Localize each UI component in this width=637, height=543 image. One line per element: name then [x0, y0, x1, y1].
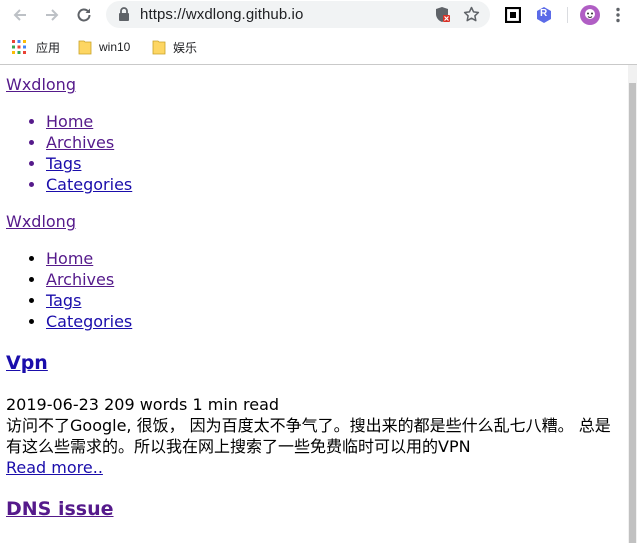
profile-avatar-button[interactable]: [580, 5, 600, 25]
more-vert-icon: [616, 7, 620, 23]
toolbar-divider: [567, 7, 568, 23]
qr-extension-button[interactable]: [503, 5, 523, 25]
bookmarks-bar: 应用 win10 娱乐: [0, 33, 637, 61]
arrow-right-icon: [46, 9, 59, 21]
nav-item-archives: Archives: [46, 132, 132, 153]
arrow-left-icon: [13, 9, 26, 21]
nav-link-tags[interactable]: Tags: [46, 291, 81, 310]
address-bar[interactable]: https://wxdlong.github.io: [106, 1, 490, 28]
site-title-link-2[interactable]: Wxdlong: [6, 211, 76, 232]
secondary-nav: Home Archives Tags Categories: [0, 248, 132, 332]
post-meta: 2019-06-23 209 words 1 min read: [6, 394, 279, 415]
post-title-link[interactable]: Vpn: [6, 352, 48, 374]
r-extension-button[interactable]: R: [534, 5, 554, 25]
nav-item-archives: Archives: [46, 269, 132, 290]
shield-blocked-icon[interactable]: [435, 6, 451, 23]
primary-nav: Home Archives Tags Categories: [0, 111, 132, 195]
nav-link-home[interactable]: Home: [46, 249, 93, 268]
folder-icon: [78, 40, 92, 55]
nav-item-categories: Categories: [46, 174, 132, 195]
nav-item-home: Home: [46, 248, 132, 269]
back-button[interactable]: [8, 3, 32, 27]
nav-link-archives[interactable]: Archives: [46, 270, 114, 289]
page-viewport: Wxdlong Home Archives Tags Categories Wx…: [0, 65, 628, 543]
url-text: https://wxdlong.github.io: [140, 6, 304, 23]
nav-link-categories[interactable]: Categories: [46, 312, 132, 331]
bookmark-apps[interactable]: 应用: [12, 37, 60, 57]
nav-link-archives[interactable]: Archives: [46, 133, 114, 152]
lock-icon: [119, 7, 129, 21]
post-date: 2019-06-23: [6, 395, 99, 414]
bookmark-win10[interactable]: win10: [78, 37, 130, 57]
reload-icon: [77, 8, 91, 22]
site-title-link[interactable]: Wxdlong: [6, 74, 76, 95]
bookmark-label: 娱乐: [173, 40, 198, 55]
apps-grid-icon: [12, 40, 26, 54]
nav-link-categories[interactable]: Categories: [46, 175, 132, 194]
nav-item-tags: Tags: [46, 153, 132, 174]
menu-button[interactable]: [608, 5, 628, 25]
square-extension-icon: [505, 7, 521, 23]
nav-item-categories: Categories: [46, 311, 132, 332]
bookmark-label: 应用: [36, 40, 61, 55]
extension-badge: R: [540, 8, 548, 19]
bookmark-label: win10: [99, 40, 131, 54]
star-bookmark-icon[interactable]: [463, 6, 480, 23]
forward-button[interactable]: [40, 3, 64, 27]
browser-chrome: https://wxdlong.github.io R 应用 win10 娱乐: [0, 0, 637, 65]
bookmark-entertainment[interactable]: 娱乐: [152, 37, 197, 57]
avatar-icon: [580, 5, 600, 25]
post-title: DNS issue: [6, 497, 114, 521]
post-title-link[interactable]: DNS issue: [6, 498, 114, 520]
excerpt-line: 访问不了Google, 很饭， 因为百度太不争气了。搜出来的都是些什么乱七八糟。…: [6, 416, 611, 435]
nav-link-home[interactable]: Home: [46, 112, 93, 131]
post-excerpt: 访问不了Google, 很饭， 因为百度太不争气了。搜出来的都是些什么乱七八糟。…: [6, 415, 611, 457]
post-word-count: 209 words: [104, 395, 188, 414]
scrollbar-thumb[interactable]: [629, 83, 636, 543]
excerpt-line: 有这么些需求的。所以我在网上搜索了一些免费临时可以用的VPN: [6, 437, 471, 456]
browser-toolbar: https://wxdlong.github.io R: [0, 0, 637, 30]
folder-icon: [152, 40, 166, 55]
read-more-link[interactable]: Read more..: [6, 457, 103, 478]
reload-button[interactable]: [72, 3, 96, 27]
nav-link-tags[interactable]: Tags: [46, 154, 81, 173]
nav-item-tags: Tags: [46, 290, 132, 311]
post-title: Vpn: [6, 351, 48, 375]
post-read-time: 1 min read: [192, 395, 280, 414]
nav-item-home: Home: [46, 111, 132, 132]
